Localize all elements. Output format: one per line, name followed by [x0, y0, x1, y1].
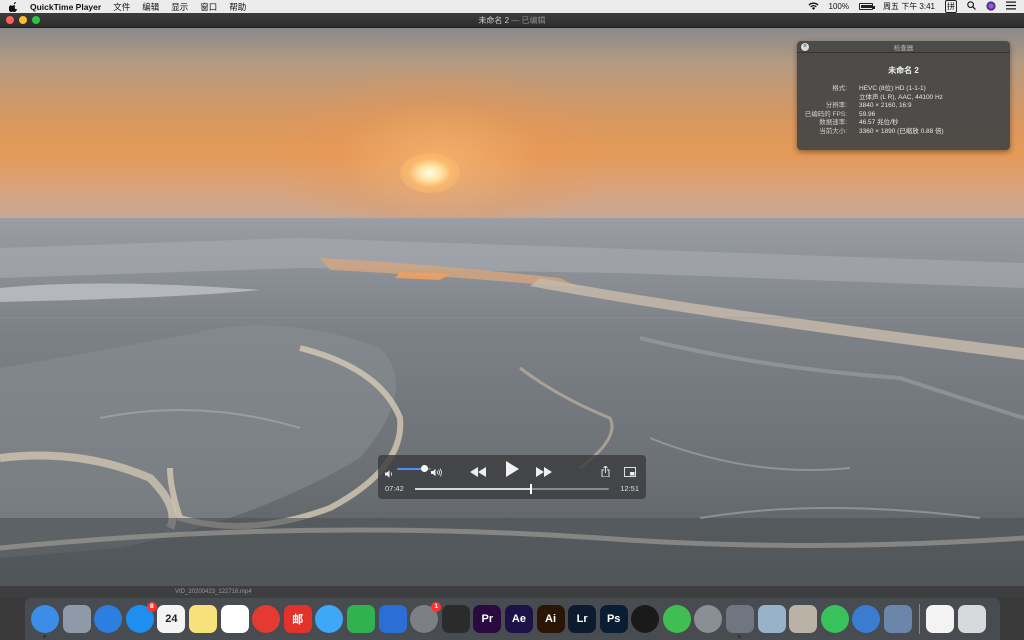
spotlight-search-icon[interactable] — [967, 1, 976, 12]
premiere-pro-icon[interactable]: Pr — [473, 605, 502, 633]
playback-controls: 07:42 12:51 — [378, 455, 646, 499]
launchpad-icon[interactable] — [62, 605, 91, 633]
inspector-row-fps: 已编码的 FPS: 59.96 — [804, 110, 876, 118]
clock[interactable]: 周五 下午 3:41 — [883, 1, 935, 12]
menu-help[interactable]: 帮助 — [229, 1, 246, 13]
photoshop-icon[interactable]: Ps — [599, 605, 628, 633]
apple-menu-icon[interactable] — [8, 1, 18, 12]
app-store-icon[interactable]: 8 — [125, 602, 157, 633]
trash-icon[interactable] — [957, 605, 986, 633]
window-title-bar[interactable]: 未命名 2 — 已编辑 — [0, 13, 1024, 28]
video-frame[interactable]: × 检查器 未命名 2 格式: HEVC (8位) HD (1-1-1) 立体声 … — [0, 28, 1024, 598]
dock-icon-label: Ai — [545, 613, 556, 625]
dock-separator — [918, 604, 920, 634]
rewind-button[interactable] — [470, 464, 486, 482]
dock-background-strip: VID_20200423_122716.mp4 — [0, 586, 1024, 598]
after-effects-icon[interactable]: Ae — [504, 605, 533, 633]
image-capture-icon[interactable] — [884, 605, 913, 633]
edited-indicator: — 已编辑 — [511, 15, 546, 25]
picture-in-picture-icon[interactable] — [624, 464, 636, 482]
dock: 8 24 邮 1 Pr Ae Ai Lr Ps — [25, 598, 1000, 640]
minimize-window-button[interactable] — [19, 16, 27, 24]
inspector-header: × 检查器 — [797, 41, 1010, 53]
timeline-played — [415, 488, 532, 490]
volume-high-icon[interactable] — [431, 464, 443, 482]
netease-music-icon[interactable] — [252, 605, 281, 633]
inspector-row-current-size: 当前大小: 3360 × 1890 (已缩放 0.88 倍) — [819, 127, 944, 135]
illustrator-icon[interactable]: Ai — [536, 605, 565, 633]
dock-icon-label: 24 — [165, 613, 178, 625]
dock-icon-label: 邮 — [292, 614, 304, 626]
dock-icon-label: Ae — [511, 613, 526, 625]
inspector-row-format: 格式: HEVC (8位) HD (1-1-1) — [832, 85, 926, 92]
numbers-icon[interactable] — [346, 605, 375, 633]
inspector-panel: × 检查器 未命名 2 格式: HEVC (8位) HD (1-1-1) 立体声 … — [797, 41, 1010, 150]
iqiyi-icon[interactable] — [820, 605, 849, 633]
window-title: 未命名 2 — 已编辑 — [478, 15, 545, 26]
mail-app-icon[interactable]: 邮 — [283, 605, 312, 633]
inspector-row-data-rate: 数据速率: 46.57 兆位/秒 — [819, 119, 899, 126]
dock-icon-label: Pr — [481, 613, 494, 625]
inspector-title: 检查器 — [893, 44, 914, 52]
notes-icon[interactable] — [188, 605, 217, 633]
sun — [400, 153, 460, 193]
fast-forward-button[interactable] — [536, 464, 552, 482]
tidal-flat-landscape — [0, 218, 1024, 598]
menu-window[interactable]: 窗口 — [200, 1, 217, 13]
document-icon[interactable] — [926, 605, 955, 633]
menu-file[interactable]: 文件 — [113, 1, 130, 13]
inspector-document-name: 未命名 2 — [888, 66, 919, 75]
messages-icon[interactable] — [315, 605, 344, 633]
inspector-row-audio: 立体声 (L R), AAC, 44100 Hz — [859, 93, 943, 101]
close-window-button[interactable] — [6, 16, 14, 24]
input-method-indicator[interactable]: 拼 — [945, 0, 957, 13]
baidu-netdisk-icon[interactable] — [220, 605, 249, 633]
qq-icon[interactable] — [631, 605, 660, 633]
wechat-icon[interactable] — [662, 605, 691, 633]
disk-utility-icon[interactable] — [694, 605, 723, 633]
siri-icon[interactable] — [986, 0, 996, 13]
current-time: 07:42 — [385, 484, 404, 493]
running-indicator — [43, 635, 46, 638]
lightroom-icon[interactable]: Lr — [568, 605, 597, 633]
quick-look-icon[interactable] — [852, 605, 881, 633]
calendar-icon[interactable]: 24 — [157, 605, 186, 633]
volume-knob[interactable] — [421, 465, 429, 472]
battery-icon[interactable] — [858, 3, 875, 10]
total-duration: 12:51 — [620, 484, 639, 493]
share-icon[interactable] — [601, 464, 610, 482]
dock-icon-label: Lr — [576, 613, 588, 625]
system-preferences-icon[interactable]: 1 — [410, 602, 442, 633]
quicktime-icon[interactable] — [726, 605, 755, 638]
keynote-icon[interactable] — [378, 605, 407, 633]
timeline-scrubber[interactable] — [415, 488, 609, 490]
notification-badge: 8 — [146, 602, 157, 612]
battery-percentage: 100% — [828, 2, 849, 11]
wifi-icon[interactable] — [808, 1, 819, 12]
notification-badge: 1 — [431, 602, 442, 612]
finder-icon[interactable] — [31, 605, 59, 638]
app-menu[interactable]: QuickTime Player — [30, 2, 101, 12]
menu-bar: QuickTime Player 文件 编辑 显示 窗口 帮助 100% 周五 … — [0, 0, 1024, 13]
inspector-details: 格式: HEVC (8位) HD (1-1-1) 立体声 (L R), AAC, … — [797, 85, 1010, 136]
playhead[interactable] — [530, 484, 533, 494]
window-controls — [6, 16, 40, 24]
fullscreen-window-button[interactable] — [32, 16, 40, 24]
safari-icon[interactable] — [94, 605, 123, 633]
document-title: 未命名 2 — [478, 15, 510, 25]
notification-center-icon[interactable] — [1006, 1, 1016, 12]
volume-low-icon[interactable] — [385, 465, 394, 483]
inspector-close-icon[interactable]: × — [801, 43, 809, 51]
play-button[interactable] — [505, 461, 519, 482]
menu-view[interactable]: 显示 — [171, 1, 188, 13]
final-cut-pro-icon[interactable] — [441, 605, 470, 633]
dock-icon-label: Ps — [606, 613, 621, 625]
preview-icon[interactable] — [757, 605, 786, 633]
archive-utility-icon[interactable] — [789, 605, 818, 633]
running-indicator — [738, 635, 742, 638]
inspector-row-resolution: 分辨率: 3840 × 2160, 16:9 — [825, 102, 912, 109]
menu-edit[interactable]: 编辑 — [142, 1, 159, 13]
